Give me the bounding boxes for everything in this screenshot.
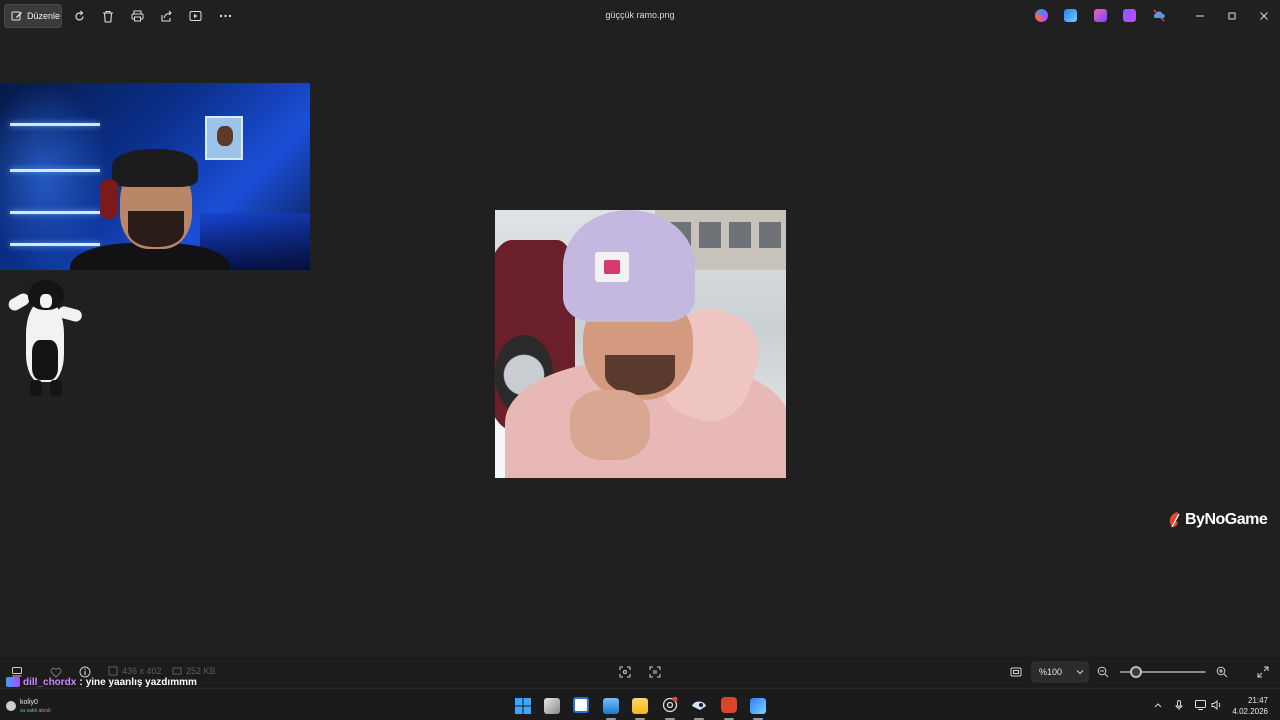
file-size-icon [172,667,182,675]
zoom-value: %100 [1039,667,1063,677]
weather-icon [6,701,16,711]
wall-poster [205,116,243,160]
chat-username: dill_chordx [23,676,77,688]
shelf [10,243,100,246]
streamer-headset [100,179,118,219]
fullscreen-icon[interactable] [1256,665,1270,679]
edit-icon [11,10,23,22]
taskbar: koliy0 su vakti abndi 21:47 4.02.2026 [0,688,1280,720]
file-size: 252 KB [172,666,216,676]
webcam-glow [0,83,110,270]
cat-leg [50,380,62,396]
close-button[interactable] [1256,8,1272,24]
shelf [10,169,100,172]
minimize-button[interactable] [1192,8,1208,24]
zoom-in-icon[interactable] [1215,665,1229,679]
chevron-up-icon[interactable] [1152,699,1164,711]
fit-icon[interactable] [1009,665,1023,679]
watermark-text: ByNoGame [1185,511,1268,528]
building-window [759,222,781,248]
edit-button-label: Düzenle [27,11,61,21]
viewed-image [495,210,786,478]
photos-app-icon[interactable] [750,698,766,714]
dimensions-icon [108,666,118,676]
lilac-beanie [563,210,695,322]
zoom-slider[interactable] [1120,666,1206,678]
shelf [10,211,100,214]
weather-subtitle: su vakti abndi [20,707,51,715]
rotate-icon[interactable] [71,8,87,24]
print-icon[interactable] [129,8,145,24]
clipchamp-icon[interactable] [1123,9,1136,22]
cat-head [28,280,64,310]
start-icon[interactable] [515,698,531,714]
designer-icon[interactable] [1094,9,1107,22]
shelf [10,123,100,126]
person-beard [605,355,675,395]
webcam-overlay [0,83,310,270]
snipping-tool-icon[interactable] [573,697,589,713]
crop-icon[interactable] [618,665,632,679]
slideshow-icon[interactable] [187,8,203,24]
weather-title: koliy0 [20,699,38,706]
maximize-button[interactable] [1224,8,1240,24]
volume-icon[interactable] [1210,699,1222,711]
building-window [729,222,751,248]
file-explorer-icon[interactable] [632,698,648,714]
streamer-hat [112,149,198,187]
streamer-beard [128,211,184,247]
title-bar: Düzenle güççük ramo.png [0,0,1280,32]
chrome-icon[interactable] [662,696,678,713]
bynogame-watermark: ByNoGame [1168,510,1268,530]
chat-text: yine yaanlış yazdımmm [85,676,197,688]
dancing-cat-overlay [6,280,84,398]
onedrive-icon[interactable] [1152,9,1165,22]
visual-search-icon[interactable] [648,665,662,679]
building-window [699,222,721,248]
more-icon[interactable] [217,8,233,24]
beanie-patch [595,252,629,282]
photos-edit-icon[interactable] [1064,9,1077,22]
edit-button[interactable]: Düzenle [4,4,62,28]
file-size-text: 252 KB [186,666,216,676]
taskbar-clock[interactable]: 21:47 4.02.2026 [1232,695,1268,717]
delete-icon[interactable] [100,8,116,24]
cat-patch [32,340,58,380]
clock-date: 4.02.2026 [1232,707,1268,716]
network-icon[interactable] [1194,699,1206,711]
zoom-out-icon[interactable] [1096,665,1110,679]
person-hand [570,390,650,460]
weather-subtitle-grey: abndi [38,708,51,714]
copilot-icon[interactable] [1035,9,1048,22]
weather-widget[interactable]: koliy0 su vakti abndi [6,699,51,715]
zoom-dropdown[interactable]: %100 [1031,661,1089,683]
dimensions-text: 436 x 402 [122,666,162,676]
clock-time: 21:47 [1247,696,1268,705]
chevron-down-icon [1076,670,1084,675]
image-dimensions: 436 x 402 [108,666,162,676]
brave-icon[interactable] [721,697,737,713]
share-icon[interactable] [158,8,174,24]
cat-leg [30,380,42,396]
chat-badge-icon [6,677,20,687]
photos-icon[interactable] [603,698,619,714]
steam-icon[interactable] [691,698,707,714]
zoom-slider-knob[interactable] [1130,666,1142,678]
microphone-icon[interactable] [1173,699,1185,711]
task-view-icon[interactable] [544,698,560,714]
chat-separator: : [79,676,83,688]
bynogame-logo-icon [1168,511,1182,529]
chat-message: dill_chordx : yine yaanlış yazdımmm [6,676,197,688]
weather-subtitle-green: su vakti [20,708,37,714]
